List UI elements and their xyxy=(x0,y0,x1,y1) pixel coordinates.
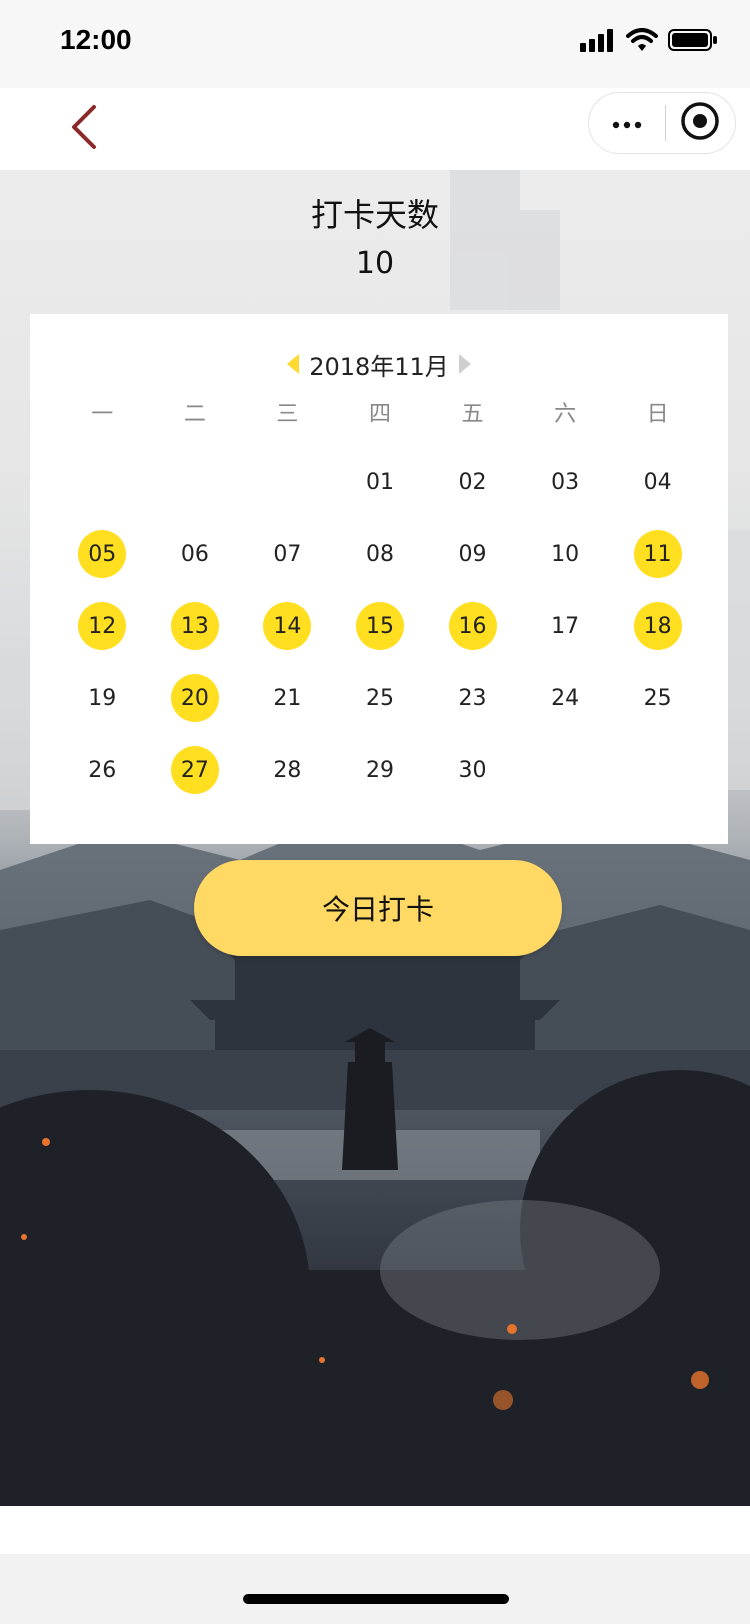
wifi-icon xyxy=(626,28,658,56)
home-indicator xyxy=(243,1594,509,1604)
day-number: 04 xyxy=(643,469,672,495)
calendar-day[interactable]: 28 xyxy=(241,734,334,806)
next-month-icon[interactable] xyxy=(458,354,471,374)
calendar-day[interactable]: 05 xyxy=(56,518,149,590)
checked-day-number: 18 xyxy=(633,602,682,650)
checked-day-number: 12 xyxy=(78,602,127,650)
day-number: 25 xyxy=(643,685,672,711)
status-time: 12:00 xyxy=(60,24,132,55)
day-number: 08 xyxy=(365,541,394,567)
day-number: 23 xyxy=(458,685,487,711)
weekday-label: 一 xyxy=(91,402,114,427)
more-dots-icon xyxy=(612,114,642,133)
calendar-day[interactable]: 13 xyxy=(149,590,242,662)
month-header: 2018年11月 xyxy=(30,344,728,384)
calendar-day[interactable]: 01 xyxy=(334,446,427,518)
calendar-day[interactable]: 23 xyxy=(426,662,519,734)
battery-icon xyxy=(668,28,718,56)
checkin-days-count: 10 xyxy=(355,246,395,281)
calendar-day[interactable]: 26 xyxy=(56,734,149,806)
home-bar-area xyxy=(0,1554,750,1624)
day-number: 09 xyxy=(458,541,487,567)
day-number: 07 xyxy=(273,541,302,567)
day-number: 17 xyxy=(551,613,580,639)
calendar-day[interactable]: 10 xyxy=(519,518,612,590)
checked-day-number: 16 xyxy=(448,602,497,650)
calendar-day[interactable]: 18 xyxy=(611,590,704,662)
day-number: 21 xyxy=(273,685,302,711)
day-number: 24 xyxy=(551,685,580,711)
day-number: 19 xyxy=(88,685,117,711)
back-button[interactable] xyxy=(58,102,108,156)
checked-day-number: 20 xyxy=(170,674,219,722)
calendar-day[interactable]: 04 xyxy=(611,446,704,518)
day-number: 28 xyxy=(273,757,302,783)
calendar-day[interactable]: 07 xyxy=(241,518,334,590)
month-label: 2018年11月 xyxy=(309,352,449,381)
days-grid: 01 02 03 04 05 06 07 08 09 10 11 12 13 14 15 16 17 18 19 20… xyxy=(56,446,704,806)
navigation-bar xyxy=(0,88,750,170)
calendar-blank-cell xyxy=(241,446,334,518)
calendar-blank-cell xyxy=(149,446,242,518)
close-miniprogram-button[interactable] xyxy=(666,93,734,153)
more-button[interactable] xyxy=(589,93,665,153)
calendar-day[interactable]: 25 xyxy=(611,662,704,734)
calendar-day[interactable]: 08 xyxy=(334,518,427,590)
calendar-day[interactable]: 19 xyxy=(56,662,149,734)
weekday-label: 日 xyxy=(646,402,669,427)
calendar-day[interactable]: 25 xyxy=(334,662,427,734)
calendar-day[interactable]: 06 xyxy=(149,518,242,590)
target-circle-icon xyxy=(680,101,720,145)
signal-icon xyxy=(580,28,616,56)
checked-day-number: 13 xyxy=(170,602,219,650)
day-number: 26 xyxy=(88,757,117,783)
status-icons xyxy=(580,28,718,56)
weekday-label: 六 xyxy=(554,402,577,427)
checkin-today-button[interactable]: 今日打卡 xyxy=(194,860,562,956)
bottom-strip xyxy=(0,1506,750,1554)
day-number: 10 xyxy=(551,541,580,567)
weekday-label: 四 xyxy=(368,402,391,427)
checked-day-number: 11 xyxy=(633,530,682,578)
day-number: 25 xyxy=(365,685,394,711)
day-number: 03 xyxy=(551,469,580,495)
weekday-row: 一二三四五六日 xyxy=(56,396,704,432)
calendar-day[interactable]: 29 xyxy=(334,734,427,806)
weekday-label: 五 xyxy=(461,402,484,427)
calendar-day[interactable]: 16 xyxy=(426,590,519,662)
day-number: 30 xyxy=(458,757,487,783)
prev-month-icon[interactable] xyxy=(287,354,300,374)
weekday-label: 三 xyxy=(276,402,299,427)
calendar-day[interactable]: 17 xyxy=(519,590,612,662)
day-number: 02 xyxy=(458,469,487,495)
calendar-day[interactable]: 21 xyxy=(241,662,334,734)
chevron-left-icon xyxy=(68,103,98,155)
calendar-blank-cell xyxy=(56,446,149,518)
checked-day-number: 14 xyxy=(263,602,312,650)
calendar-day[interactable]: 02 xyxy=(426,446,519,518)
day-number: 06 xyxy=(180,541,209,567)
calendar-day[interactable]: 15 xyxy=(334,590,427,662)
checkin-days-title: 打卡天数 xyxy=(310,196,439,234)
calendar-day[interactable]: 09 xyxy=(426,518,519,590)
checked-day-number: 27 xyxy=(170,746,219,794)
checked-day-number: 15 xyxy=(355,602,404,650)
calendar-card: 2018年11月 一 二 三 四 五 六 日 01 02 03 04 05 06 07 08 09 10 11 1… xyxy=(30,314,728,844)
calendar-day[interactable]: 14 xyxy=(241,590,334,662)
day-number: 29 xyxy=(365,757,394,783)
weekday-label: 二 xyxy=(183,402,206,427)
menu-capsule xyxy=(588,92,736,154)
status-bar: 12:00 xyxy=(0,0,750,88)
calendar-day[interactable]: 24 xyxy=(519,662,612,734)
calendar-day[interactable]: 20 xyxy=(149,662,242,734)
calendar-day[interactable]: 12 xyxy=(56,590,149,662)
checked-day-number: 05 xyxy=(78,530,127,578)
day-number: 01 xyxy=(365,469,394,495)
calendar-day[interactable]: 27 xyxy=(149,734,242,806)
calendar-day[interactable]: 11 xyxy=(611,518,704,590)
calendar-day[interactable]: 03 xyxy=(519,446,612,518)
calendar-day[interactable]: 30 xyxy=(426,734,519,806)
main-area: 打卡天数 10 2018年11月 一二三四五六日 01 02 03 04 05 06 07 0… xyxy=(0,170,750,1506)
